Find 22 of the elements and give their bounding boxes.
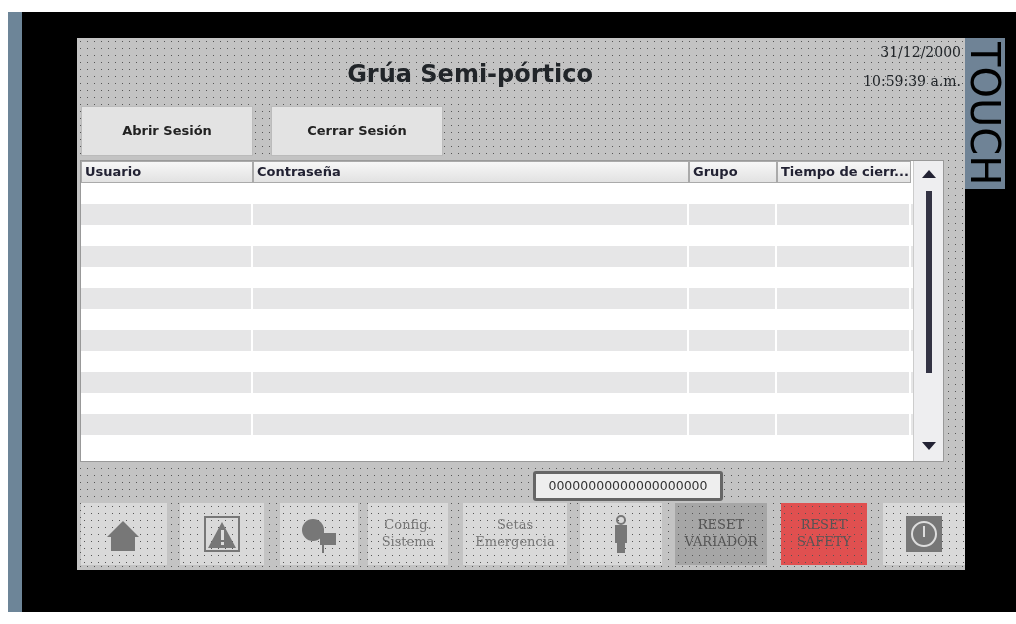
nav-button[interactable]	[280, 503, 358, 565]
column-header[interactable]: Tiempo de cierr...	[777, 161, 911, 183]
date-display: 31/12/2000	[879, 43, 961, 62]
scroll-up-icon[interactable]	[921, 169, 936, 179]
warning-icon	[203, 515, 241, 553]
session-button[interactable]: Cerrar Sesión	[271, 106, 443, 156]
scrollbar[interactable]	[913, 161, 943, 461]
nav-button[interactable]	[81, 503, 167, 565]
column-header[interactable]: Contraseña	[253, 161, 689, 183]
column-header[interactable]: Usuario	[81, 161, 253, 183]
nav-button[interactable]	[180, 503, 264, 565]
scroll-down-icon[interactable]	[921, 441, 936, 451]
scroll-thumb[interactable]	[925, 191, 932, 373]
brand-label: TOUCH	[965, 38, 1005, 190]
power-icon	[905, 515, 943, 553]
column-header[interactable]: Grupo	[689, 161, 777, 183]
screen-title: Grúa Semi-pórtico	[347, 62, 593, 90]
time-display: 10:59:39 a.m.	[863, 72, 961, 91]
nav-button[interactable]	[580, 503, 662, 565]
nav-button[interactable]	[883, 503, 965, 565]
session-button[interactable]: Abrir Sesión	[81, 106, 253, 156]
output-field: 00000000000000000000	[533, 471, 723, 501]
